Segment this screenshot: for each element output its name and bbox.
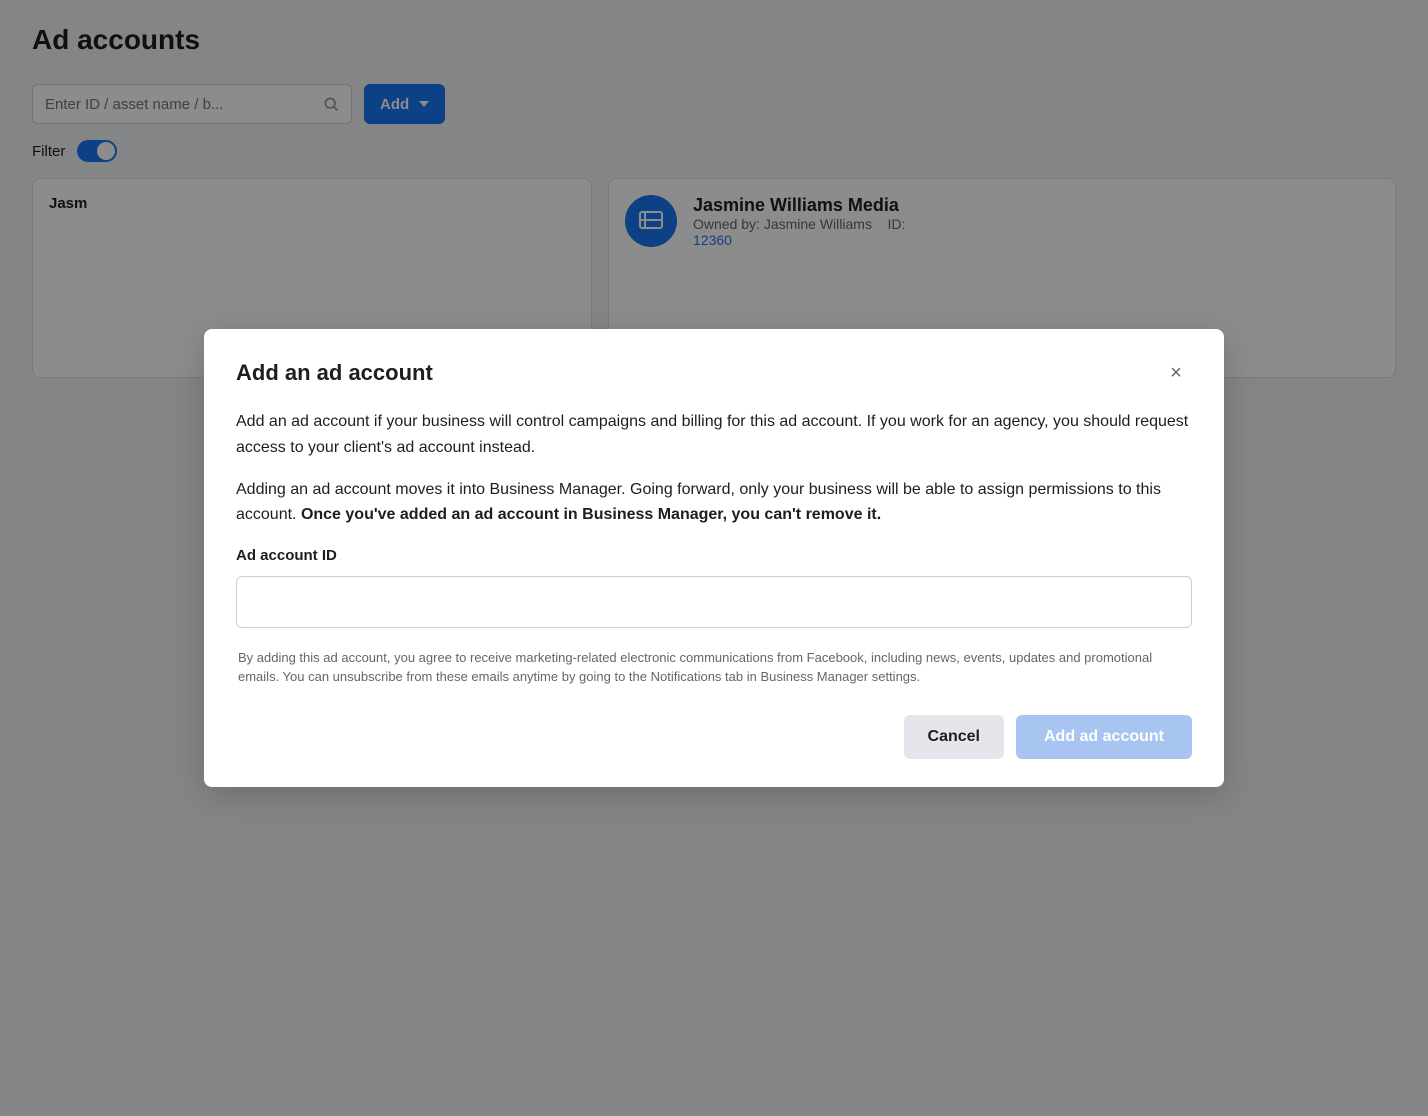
modal-header: Add an ad account × xyxy=(236,357,1192,389)
cancel-button[interactable]: Cancel xyxy=(904,715,1004,759)
legal-text: By adding this ad account, you agree to … xyxy=(236,648,1192,687)
ad-account-id-label: Ad account ID xyxy=(236,544,1192,568)
add-ad-account-button[interactable]: Add ad account xyxy=(1016,715,1192,759)
modal-overlay: Add an ad account × Add an ad account if… xyxy=(0,0,1428,1116)
modal-paragraph-1: Add an ad account if your business will … xyxy=(236,409,1192,460)
modal-title: Add an ad account xyxy=(236,360,433,386)
modal-paragraph-2: Adding an ad account moves it into Busin… xyxy=(236,477,1192,528)
modal-footer: Cancel Add ad account xyxy=(236,715,1192,759)
add-ad-account-modal: Add an ad account × Add an ad account if… xyxy=(204,329,1224,786)
modal-body: Add an ad account if your business will … xyxy=(236,409,1192,686)
ad-account-id-input[interactable] xyxy=(236,576,1192,628)
close-button[interactable]: × xyxy=(1160,357,1192,389)
